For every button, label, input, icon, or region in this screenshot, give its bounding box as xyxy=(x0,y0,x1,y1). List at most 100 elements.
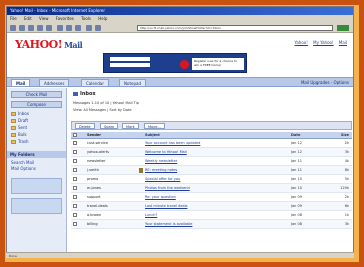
folder-sent[interactable]: Sent xyxy=(7,124,66,131)
message-sender: promo xyxy=(87,177,99,181)
message-subject[interactable]: Lunch? xyxy=(145,211,285,220)
table-row[interactable]: newsletter Weekly newsletter Jan 11 4k xyxy=(71,157,352,166)
message-subject[interactable]: Re: your question xyxy=(145,193,285,202)
tab-addresses[interactable]: Addresses xyxy=(39,79,70,87)
column-subject[interactable]: Subject xyxy=(145,132,285,139)
table-row[interactable]: a.brown Lunch? Jan 08 1k xyxy=(71,211,352,220)
banner-ad[interactable]: Register now for a chance to win a FREE … xyxy=(103,53,247,73)
menu-view[interactable]: View xyxy=(39,16,49,21)
folder-label: Sent xyxy=(18,125,28,130)
message-sender: cust.service xyxy=(87,141,108,145)
trash-icon xyxy=(11,140,16,144)
row-checkbox[interactable] xyxy=(73,175,79,184)
sidebar-promo-image[interactable] xyxy=(11,198,62,214)
sidebar-link-options[interactable]: Mail Options xyxy=(11,166,62,172)
ad-field[interactable] xyxy=(110,63,150,67)
back-icon[interactable] xyxy=(10,25,16,31)
message-size: 1k xyxy=(344,213,349,217)
message-subject[interactable]: Welcome to Yahoo! Mail xyxy=(145,148,285,157)
favorites-icon[interactable] xyxy=(66,25,72,31)
row-checkbox[interactable] xyxy=(73,148,79,157)
ad-badge-icon xyxy=(180,60,189,69)
refresh-icon[interactable] xyxy=(37,25,43,31)
tab-mail[interactable]: Mail xyxy=(11,79,31,87)
message-subject[interactable]: Last minute travel deals xyxy=(145,202,285,211)
column-date[interactable]: Date xyxy=(291,132,315,139)
compose-button[interactable]: Compose xyxy=(11,101,62,108)
sidebar-promo-image[interactable] xyxy=(11,178,62,194)
history-icon[interactable] xyxy=(75,25,81,31)
inbox-info: View: All Messages | Sort by Date xyxy=(73,108,132,112)
tab-notepad[interactable]: Notepad xyxy=(119,79,146,87)
ad-field[interactable] xyxy=(110,57,150,61)
menu-edit[interactable]: Edit xyxy=(24,16,32,21)
table-row[interactable]: billing Your statement is available Jan 08… xyxy=(71,220,352,229)
table-row[interactable]: travel-deals Last minute travel deals Jan … xyxy=(71,202,352,211)
table-row[interactable]: promo Special offer for you Jan 10 5k xyxy=(71,175,352,184)
message-subject[interactable]: Your statement is available xyxy=(145,220,285,229)
spam-button[interactable]: Spam xyxy=(100,123,118,129)
table-row[interactable]: support Re: your question Jan 09 2k xyxy=(71,193,352,202)
search-icon[interactable] xyxy=(57,25,63,31)
message-subject[interactable]: RE: meeting notes xyxy=(145,166,285,175)
yahoo-logo[interactable]: YAHOO! Mail xyxy=(15,38,83,51)
nav-options[interactable]: Mail Upgrades - Options xyxy=(301,79,349,87)
menu-favorites[interactable]: Favorites xyxy=(56,16,74,21)
table-row[interactable]: cust.service Your account has been update… xyxy=(71,139,352,148)
message-subject[interactable]: Photos from the weekend xyxy=(145,184,285,193)
folder-trash[interactable]: Trash xyxy=(7,138,66,145)
row-checkbox[interactable] xyxy=(73,211,79,220)
print-icon[interactable] xyxy=(95,25,101,31)
folder-inbox[interactable]: Inbox xyxy=(7,110,66,117)
inbox-panel: Inbox Messages 1-10 of 10 | Yahoo! Mail … xyxy=(69,88,353,256)
message-subject[interactable]: Special offer for you xyxy=(145,175,285,184)
forward-icon[interactable] xyxy=(19,25,25,31)
folder-icon xyxy=(11,112,16,116)
column-size[interactable]: Size xyxy=(327,132,349,139)
row-checkbox[interactable] xyxy=(73,139,79,148)
move-button[interactable]: Move... xyxy=(144,123,165,129)
row-checkbox[interactable] xyxy=(73,193,79,202)
table-row[interactable]: j.smith RE: meeting notes Jan 11 8k xyxy=(71,166,352,175)
check-mail-button[interactable]: Check Mail xyxy=(11,91,62,98)
address-bar[interactable]: http://us.f1.mail.yahoo.com/ym/ShowFolde… xyxy=(137,25,333,31)
stop-icon[interactable] xyxy=(28,25,34,31)
message-list-header: Sender Subject Date Size xyxy=(71,132,352,139)
go-button[interactable] xyxy=(337,25,349,31)
folder-draft[interactable]: Draft xyxy=(7,117,66,124)
home-icon[interactable] xyxy=(46,25,52,31)
menu-file[interactable]: File xyxy=(10,16,17,21)
message-size: 4k xyxy=(344,159,349,163)
delete-button[interactable]: Delete xyxy=(75,123,95,129)
attachment-icon xyxy=(139,168,143,173)
header-link-mail[interactable]: Mail xyxy=(339,40,347,45)
tab-calendar[interactable]: Calendar xyxy=(81,79,109,87)
header-link-my-yahoo[interactable]: My Yahoo! xyxy=(313,40,333,45)
message-subject[interactable]: Weekly newsletter xyxy=(145,157,285,166)
row-checkbox[interactable] xyxy=(73,220,79,229)
yahoo-mail-page: YAHOO! Mail Yahoo! My Yahoo! Mail Registe… xyxy=(7,34,353,256)
header-link-yahoo[interactable]: Yahoo! xyxy=(294,40,307,45)
table-row[interactable]: m.jones Photos from the weekend Jan 10 120k xyxy=(71,184,352,193)
select-all-checkbox[interactable] xyxy=(73,132,79,139)
message-subject[interactable]: Your account has been updated xyxy=(145,139,285,148)
column-sender[interactable]: Sender xyxy=(87,132,127,139)
browser-window: Yahoo! Mail - Inbox - Microsoft Internet… xyxy=(6,6,354,257)
message-date: Jan 12 xyxy=(291,150,302,154)
folder-bulk[interactable]: Bulk xyxy=(7,131,66,138)
row-checkbox[interactable] xyxy=(73,202,79,211)
message-size: 120k xyxy=(340,186,349,190)
row-checkbox[interactable] xyxy=(73,184,79,193)
logo-suffix: Mail xyxy=(64,40,83,50)
mark-button[interactable]: Mark xyxy=(122,123,139,129)
my-folders-header[interactable]: My Folders xyxy=(7,151,66,158)
menu-help[interactable]: Help xyxy=(98,16,107,21)
sidebar-links: Search Mail Mail Options xyxy=(7,158,66,174)
menu-tools[interactable]: Tools xyxy=(81,16,91,21)
window-title: Yahoo! Mail - Inbox - Microsoft Internet… xyxy=(7,7,353,15)
row-checkbox[interactable] xyxy=(73,157,79,166)
row-checkbox[interactable] xyxy=(73,166,79,175)
mail-icon[interactable] xyxy=(86,25,92,31)
message-sender: a.brown xyxy=(87,213,102,217)
table-row[interactable]: yahoo-alerts Welcome to Yahoo! Mail Jan 12… xyxy=(71,148,352,157)
